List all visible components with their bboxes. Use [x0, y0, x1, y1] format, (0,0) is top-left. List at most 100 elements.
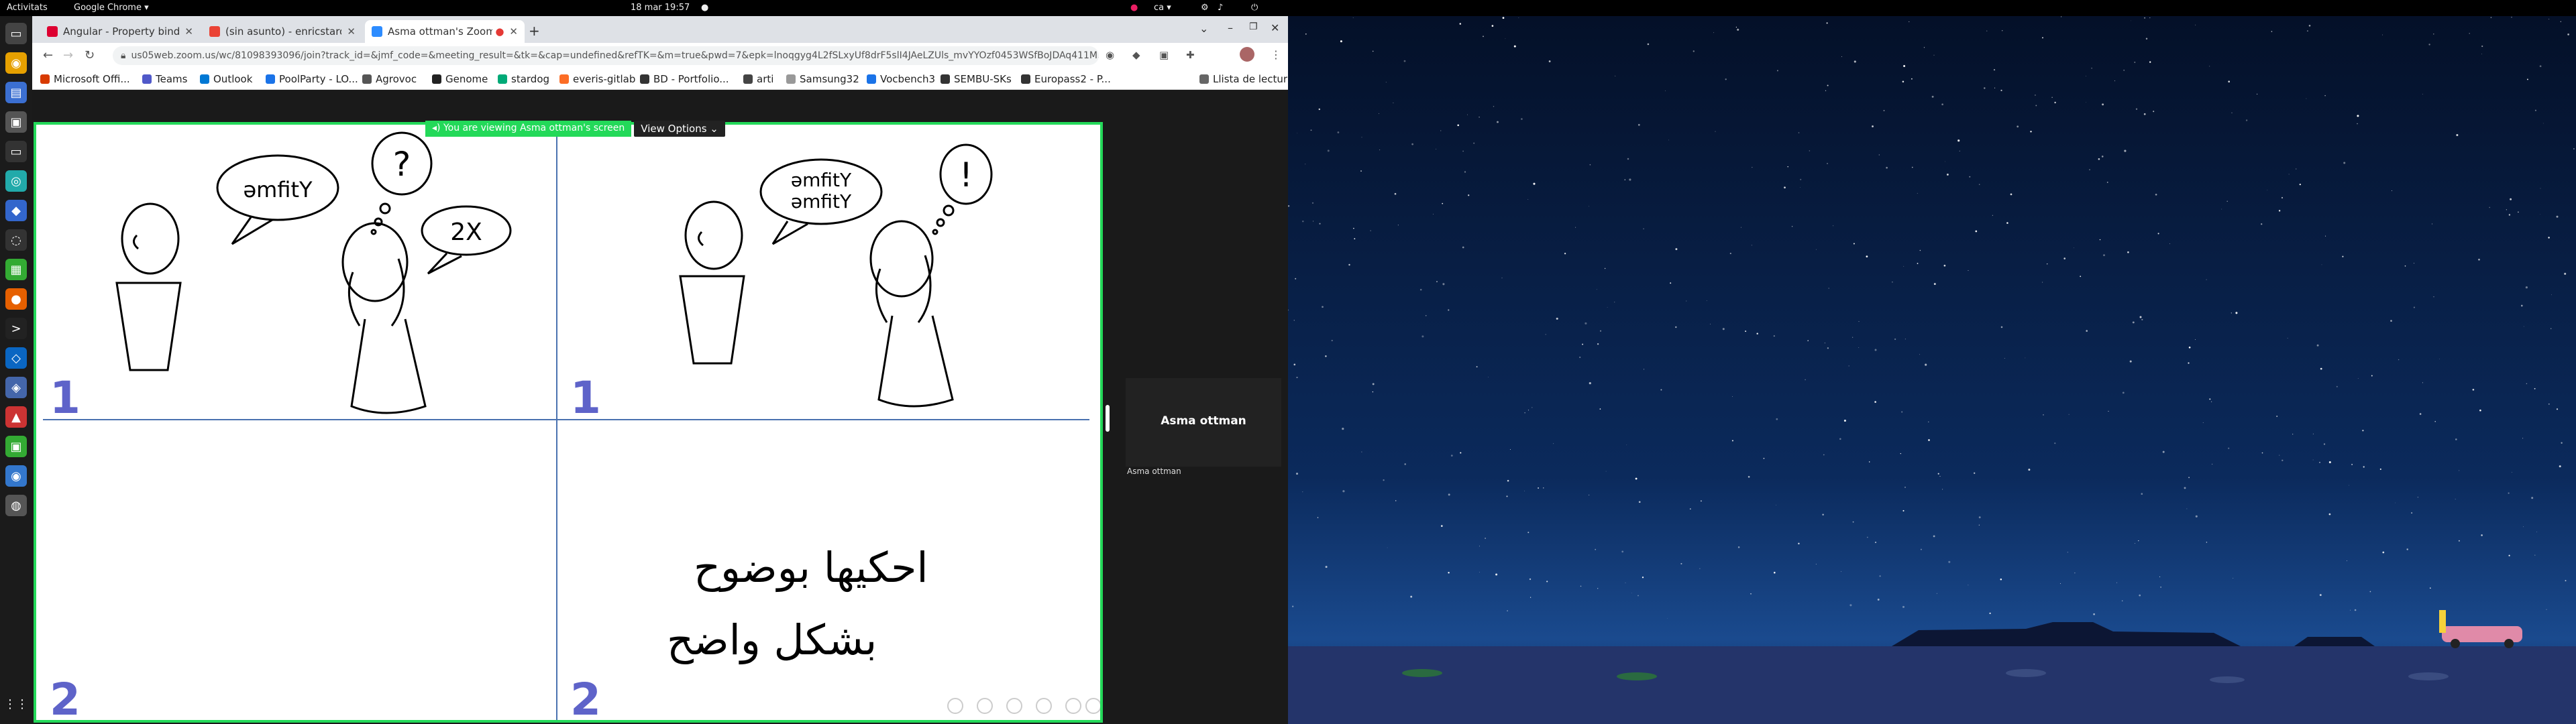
control-icon[interactable] [1065, 698, 1081, 714]
star [2202, 422, 2204, 423]
star [2089, 169, 2090, 170]
star [2350, 609, 2351, 611]
volume-icon[interactable]: ♪ [1218, 3, 1223, 13]
app-icon[interactable]: ◈ [5, 377, 27, 398]
app-icon[interactable]: ◆ [5, 200, 27, 221]
bookmark-item[interactable]: Europass2 - P... [1021, 73, 1111, 85]
control-icon[interactable] [1085, 698, 1100, 714]
extensions-puzzle-icon[interactable]: ✚ [1186, 49, 1195, 61]
question-mark: ? [393, 145, 411, 184]
star [1756, 333, 1758, 335]
star [1984, 87, 1986, 89]
star [1638, 123, 1640, 126]
control-icon[interactable] [1006, 698, 1022, 714]
star [1787, 166, 1788, 168]
bookmark-item[interactable]: PoolParty - LO... [266, 73, 358, 85]
app-icon[interactable]: ◉ [5, 465, 27, 487]
app-icon[interactable]: ◉ [5, 52, 27, 74]
extension-icon[interactable]: ▣ [1159, 49, 1169, 61]
app-indicator-icon[interactable]: ● [1130, 3, 1138, 13]
power-icon[interactable]: ⏻ [1251, 3, 1258, 13]
back-icon[interactable]: ← [43, 48, 53, 62]
star [2363, 466, 2365, 468]
star [2343, 162, 2346, 164]
thought-dot [379, 202, 391, 215]
tab-zoom[interactable]: Asma ottman's Zoom ● ✕ [365, 20, 525, 43]
forward-icon[interactable]: → [63, 48, 73, 62]
bookmark-icon [432, 74, 441, 84]
maximize-button[interactable]: ❐ [1249, 21, 1258, 32]
files-icon[interactable]: ▭ [5, 23, 27, 44]
participant-video[interactable]: Asma ottman [1126, 378, 1281, 467]
star [2299, 183, 2301, 186]
tab-search-icon[interactable]: ⌄ [1199, 22, 1208, 35]
bookmark-item[interactable]: stardog [498, 73, 549, 85]
star [1866, 255, 1868, 257]
app-icon[interactable]: ▣ [5, 436, 27, 457]
star [1853, 243, 1855, 245]
viewing-banner: ◂) You are viewing Asma ottman's screen [425, 121, 632, 137]
address-bar[interactable]: 🔒︎ us05web.zoom.us/wc/81098393096/join?t… [113, 46, 1099, 65]
app-icon[interactable]: ◍ [5, 495, 27, 516]
bookmark-item[interactable]: Outlook [200, 73, 252, 85]
star [2534, 109, 2536, 111]
view-options-button[interactable]: View Options ⌄ [634, 121, 725, 137]
close-icon[interactable]: ✕ [509, 25, 518, 38]
app-icon[interactable]: ▣ [5, 111, 27, 133]
new-tab-button[interactable]: + [529, 23, 540, 39]
menu-icon[interactable]: ⋮ [1271, 48, 1281, 61]
bookmark-item[interactable]: Samsung32 [786, 73, 859, 85]
extension-icon[interactable]: ◆ [1132, 49, 1140, 61]
network-icon[interactable]: ⚙ [1201, 3, 1209, 13]
close-icon[interactable]: ✕ [184, 25, 193, 38]
bookmark-item[interactable]: BD - Portfolio... [640, 73, 729, 85]
extension-icon[interactable]: ◉ [1106, 49, 1114, 61]
thought-dot [374, 217, 383, 227]
terminal-icon[interactable]: > [5, 318, 27, 339]
bookmark-item[interactable]: everis-gitlab [559, 73, 635, 85]
activities-button[interactable]: Activitats [7, 3, 48, 13]
bookmark-item[interactable]: Microsoft Offi... [40, 73, 130, 85]
sheets-icon[interactable]: ▦ [5, 259, 27, 280]
reading-list[interactable]: Llista de lectura [1199, 73, 1293, 85]
language-selector[interactable]: ca ▾ [1154, 3, 1171, 13]
bookmark-icon [266, 74, 275, 84]
show-apps-icon[interactable]: ⋮⋮ [4, 693, 28, 715]
bookmark-item[interactable]: Genome [432, 73, 488, 85]
control-icon[interactable] [1036, 698, 1052, 714]
bookmark-item[interactable]: arti [743, 73, 773, 85]
app-icon[interactable]: ▭ [5, 141, 27, 162]
close-window-button[interactable]: ✕ [1271, 21, 1279, 34]
star [1509, 449, 1511, 450]
tab-angular[interactable]: Angular - Property bindin ✕ [40, 20, 200, 43]
slide-controls[interactable] [947, 698, 1100, 714]
panel-number: 2 [50, 674, 80, 720]
star [2135, 108, 2138, 110]
star [2371, 375, 2373, 377]
panel-resize-handle[interactable] [1106, 405, 1110, 432]
docs-icon[interactable]: ▤ [5, 82, 27, 103]
chrome-icon[interactable]: ◎ [5, 170, 27, 192]
app-icon[interactable]: ▲ [5, 406, 27, 428]
bubble-tail [771, 221, 808, 245]
control-icon[interactable] [977, 698, 993, 714]
vscode-icon[interactable]: ◇ [5, 347, 27, 369]
reload-icon[interactable]: ↻ [85, 48, 95, 62]
tab-gmail[interactable]: (sin asunto) - enricstaron ✕ [203, 20, 362, 43]
bookmark-item[interactable]: Teams [142, 73, 187, 85]
star [2336, 385, 2338, 387]
firefox-icon[interactable]: ● [5, 288, 27, 310]
profile-avatar[interactable] [1240, 47, 1254, 62]
bookmark-item[interactable]: SEMBU-SKs [941, 73, 1012, 85]
close-icon[interactable]: ✕ [347, 25, 356, 38]
bookmark-item[interactable]: Agrovoc [362, 73, 417, 85]
settings-icon[interactable]: ◌ [5, 229, 27, 251]
car-wheel [2504, 639, 2514, 648]
app-menu[interactable]: Google Chrome ▾ [74, 3, 149, 13]
star [1843, 419, 1846, 422]
bookmark-item[interactable]: Vocbench3 [867, 73, 935, 85]
minimize-button[interactable]: – [1228, 21, 1233, 34]
control-icon[interactable] [947, 698, 963, 714]
clock[interactable]: 18 mar 19:57 [631, 3, 690, 13]
star [1404, 463, 1406, 465]
